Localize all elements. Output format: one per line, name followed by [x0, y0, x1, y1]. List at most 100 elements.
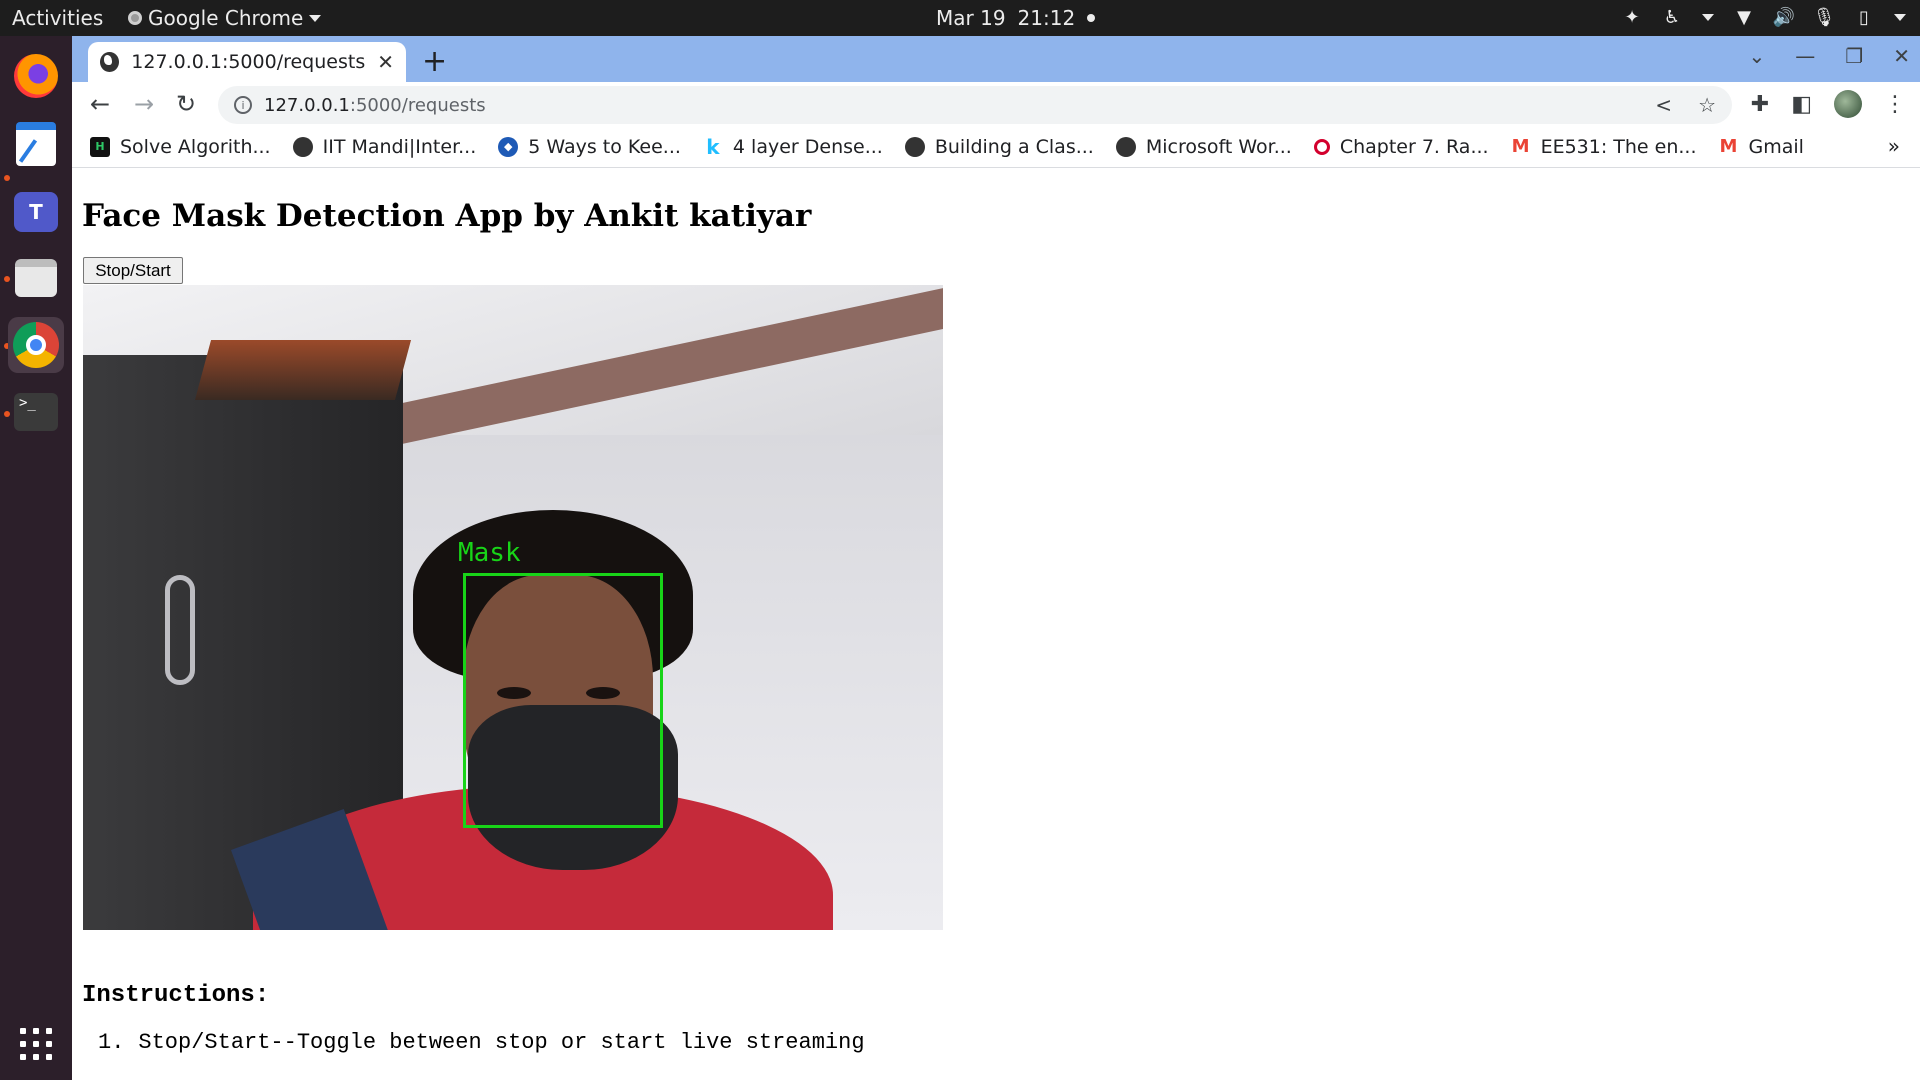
dock-firefox[interactable] — [8, 48, 64, 104]
chrome-app-icon — [128, 11, 142, 25]
bookmark-label: 5 Ways to Kee... — [528, 135, 681, 158]
chevron-down-icon — [309, 14, 322, 22]
browser-toolbar: ← → ↻ i 127.0.0.1 :5000/requests < ☆ ✚ ◧… — [72, 82, 1920, 126]
close-window-icon[interactable]: ✕ — [1893, 44, 1910, 68]
bookmark-item[interactable]: H Solve Algorith... — [90, 136, 271, 158]
bookmark-item[interactable]: Building a Clas... — [904, 135, 1094, 158]
new-tab-icon[interactable]: + — [422, 44, 447, 79]
globe-icon — [100, 52, 120, 72]
firefox-icon — [14, 54, 58, 98]
shield-icon: ◆ — [498, 136, 519, 157]
video-cabinet-handle — [165, 575, 195, 685]
dock: T >_ — [0, 36, 72, 1080]
browser-window: 127.0.0.1:5000/requests ✕ + ⌄ — ❐ ✕ ← → … — [72, 36, 1920, 1080]
gmail-icon: M — [1511, 136, 1530, 157]
bookmark-label: Chapter 7. Ra... — [1339, 135, 1489, 158]
menu-kebab-icon[interactable]: ⋮ — [1884, 92, 1906, 117]
forward-icon[interactable]: → — [134, 90, 154, 118]
list-item: Stop/Start--Toggle between stop or start… — [138, 1030, 865, 1055]
tab-active[interactable]: 127.0.0.1:5000/requests ✕ — [88, 42, 406, 82]
bookmark-item[interactable]: k 4 layer Dense... — [703, 134, 883, 159]
teams-icon: T — [14, 192, 58, 232]
tab-strip: 127.0.0.1:5000/requests ✕ + ⌄ — ❐ ✕ — [72, 36, 1920, 82]
url-path: :5000/requests — [349, 94, 486, 116]
extensions-icon[interactable]: ✚ — [1751, 92, 1769, 117]
dock-teams[interactable]: T — [8, 184, 64, 240]
more-bookmarks-icon[interactable]: » — [1888, 134, 1900, 158]
bookmark-label: Building a Clas... — [934, 135, 1094, 158]
bookmark-label: 4 layer Dense... — [732, 135, 883, 158]
bookmark-label: Gmail — [1748, 135, 1804, 158]
system-top-bar: Activities Google Chrome Mar 19 21:12 ✦ … — [0, 0, 1920, 36]
chevron-down-icon[interactable] — [1702, 13, 1714, 21]
running-indicator — [4, 175, 10, 181]
page-title: Face Mask Detection App by Ankit katiyar — [82, 198, 812, 234]
accessibility-icon[interactable]: ♿ — [1662, 6, 1682, 28]
detection-bounding-box — [463, 573, 663, 828]
detection-label: Mask — [458, 538, 521, 568]
system-tray[interactable]: ✦ ♿ ▼ 🔊 🎙 ▯ — [1622, 6, 1906, 28]
volume-icon[interactable]: 🔊 — [1773, 6, 1795, 28]
toolbar-actions: ✚ ◧ ⋮ — [1751, 90, 1906, 118]
tab-title: 127.0.0.1:5000/requests — [131, 51, 366, 73]
chrome-icon — [13, 322, 59, 368]
battery-icon[interactable]: ▯ — [1854, 6, 1874, 28]
dock-chrome[interactable] — [8, 317, 64, 373]
chevron-down-icon[interactable] — [1894, 13, 1906, 21]
bookmark-label: IIT Mandi|Inter... — [322, 135, 477, 158]
dock-files[interactable] — [8, 250, 64, 306]
bookmark-item[interactable]: IIT Mandi|Inter... — [292, 135, 477, 158]
kaggle-icon: k — [706, 134, 720, 159]
hackerrank-icon: H — [90, 136, 110, 157]
address-bar[interactable]: i 127.0.0.1 :5000/requests < ☆ — [218, 86, 1732, 124]
video-stream: Mask — [83, 285, 943, 930]
bookmark-star-icon[interactable]: ☆ — [1698, 93, 1716, 117]
bookmarks-bar: H Solve Algorith... IIT Mandi|Inter... ◆ 5… — [72, 126, 1920, 168]
app-menu-label: Google Chrome — [148, 6, 304, 30]
activities-button[interactable]: Activities — [12, 6, 103, 30]
stop-start-button[interactable]: Stop/Start — [83, 257, 183, 284]
files-icon — [15, 259, 57, 297]
oreilly-icon — [1313, 138, 1330, 155]
profile-avatar[interactable] — [1834, 90, 1862, 118]
list-item-number: 1. — [98, 1030, 125, 1055]
tab-search-icon[interactable]: ⌄ — [1749, 44, 1766, 68]
bookmark-label: EE531: The en... — [1540, 135, 1697, 158]
notification-dot-icon — [1087, 14, 1096, 22]
app-menu[interactable]: Google Chrome — [128, 6, 322, 30]
globe-icon — [292, 136, 313, 157]
dock-text-editor[interactable] — [8, 116, 64, 172]
url-host: 127.0.0.1 — [264, 94, 350, 116]
teams-tray-icon[interactable]: ✦ — [1622, 6, 1642, 28]
web-page: Face Mask Detection App by Ankit katiyar… — [72, 168, 1920, 1080]
bookmark-label: Microsoft Wor... — [1145, 135, 1292, 158]
reload-icon[interactable]: ↻ — [176, 90, 196, 118]
maximize-icon[interactable]: ❐ — [1845, 44, 1863, 68]
site-info-icon[interactable]: i — [234, 96, 252, 114]
bookmark-item[interactable]: ◆ 5 Ways to Kee... — [498, 136, 681, 158]
video-cabinet-top — [194, 340, 412, 400]
gmail-icon: M — [1719, 136, 1738, 157]
microphone-icon[interactable]: 🎙 — [1813, 6, 1836, 28]
instructions-heading: Instructions: — [82, 982, 270, 1009]
bookmark-item[interactable]: Microsoft Wor... — [1115, 135, 1292, 158]
share-icon[interactable]: < — [1655, 93, 1672, 117]
back-icon[interactable]: ← — [90, 90, 110, 118]
clock[interactable]: Mar 19 21:12 — [936, 6, 1096, 30]
globe-icon — [904, 136, 925, 157]
bookmark-item[interactable]: M EE531: The en... — [1511, 136, 1697, 158]
terminal-icon: >_ — [14, 393, 58, 431]
bookmark-item[interactable]: M Gmail — [1719, 136, 1804, 158]
bookmark-label: Solve Algorith... — [120, 135, 271, 158]
instructions-list: 1. Stop/Start--Toggle between stop or st… — [98, 1030, 865, 1055]
bookmark-item[interactable]: Chapter 7. Ra... — [1313, 135, 1489, 158]
clock-time: 21:12 — [1017, 6, 1076, 30]
text-editor-icon — [16, 122, 56, 166]
side-panel-icon[interactable]: ◧ — [1791, 92, 1812, 117]
minimize-icon[interactable]: — — [1795, 44, 1815, 68]
wifi-icon[interactable]: ▼ — [1734, 6, 1754, 28]
clock-date: Mar 19 — [936, 6, 1006, 30]
dock-terminal[interactable]: >_ — [8, 384, 64, 440]
show-applications-icon[interactable] — [20, 1028, 52, 1060]
close-tab-icon[interactable]: ✕ — [377, 50, 394, 74]
